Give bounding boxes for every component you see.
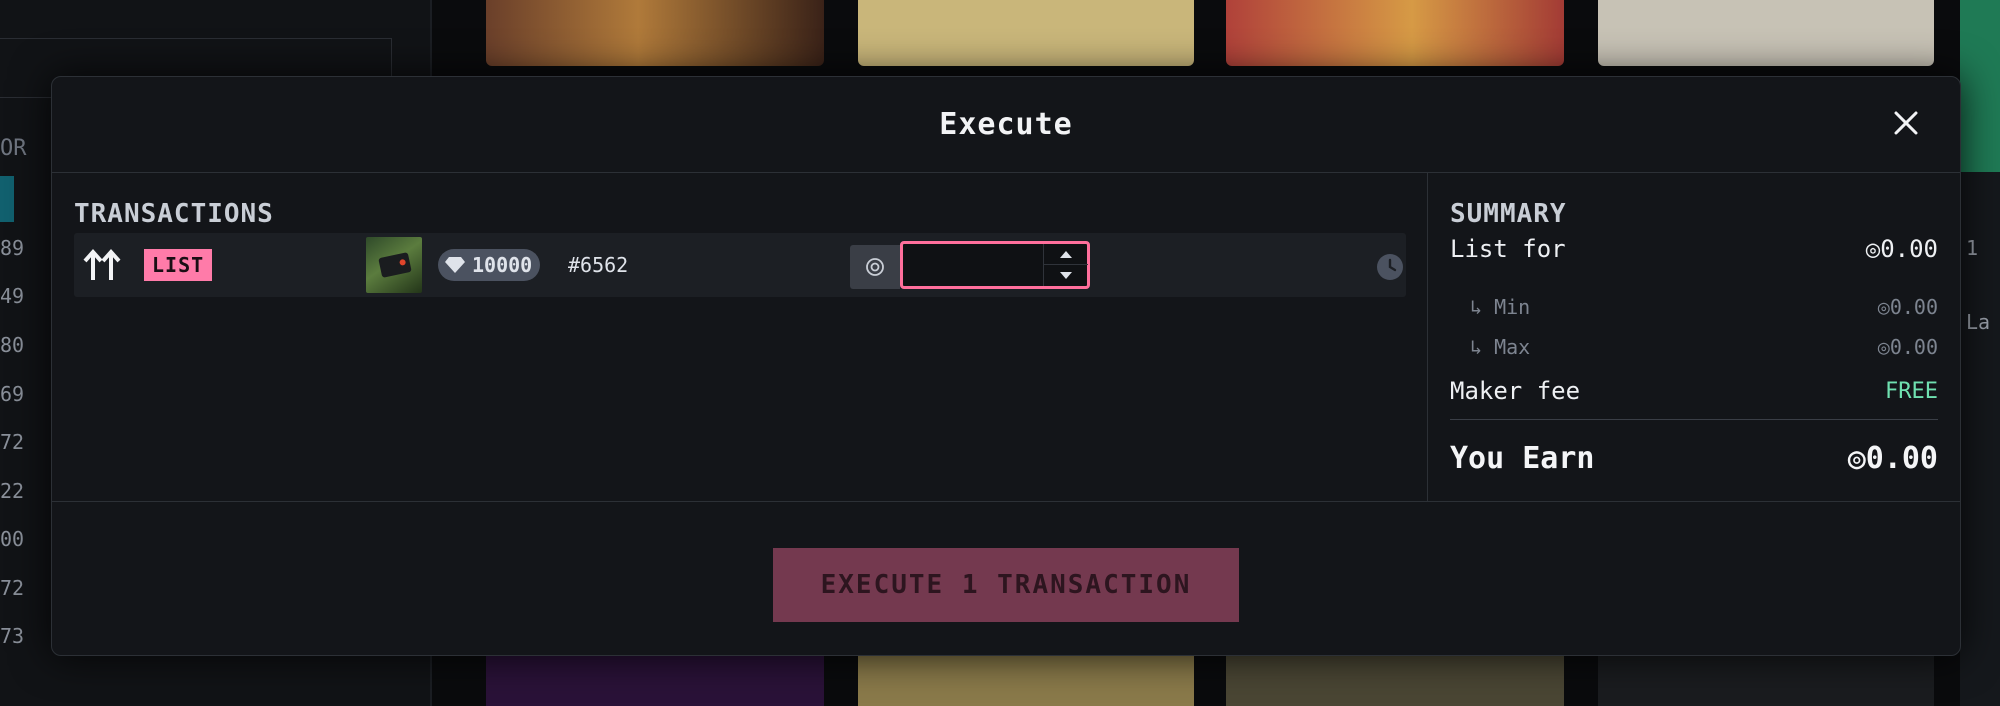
background-value: 22 [0, 479, 25, 503]
caret-down-icon [1060, 272, 1072, 279]
background-value: 89 [0, 236, 25, 260]
close-icon [1894, 111, 1918, 135]
modal-footer: EXECUTE 1 TRANSACTION [52, 501, 1960, 655]
action-badge: LIST [144, 249, 213, 281]
price-stepper [1043, 244, 1088, 286]
summary-divider [1450, 419, 1938, 420]
max-value: ◎0.00 [1877, 335, 1938, 359]
price-field [900, 241, 1090, 289]
maker-fee-label: Maker fee [1450, 377, 1581, 405]
nft-thumbnail [366, 237, 422, 293]
modal-title: Execute [939, 107, 1073, 142]
caret-up-icon [1060, 250, 1072, 258]
maker-fee-row: Maker fee FREE [1450, 377, 1938, 405]
background-value: 69 [0, 382, 25, 406]
background-column-header: OR [0, 136, 27, 161]
max-label: ↳ Max [1470, 335, 1531, 359]
sol-currency-icon [866, 258, 884, 276]
summary-panel: SUMMARY List for ◎0.00 ↳ Min ◎0.00 ↳ Max… [1428, 173, 1960, 501]
list-arrows-icon [83, 248, 121, 280]
rarity-badge: 10000 [438, 249, 541, 281]
rarity-value: 10000 [472, 253, 533, 277]
decrement-button[interactable] [1044, 265, 1088, 286]
currency-selector[interactable] [850, 245, 900, 289]
maker-fee-value: FREE [1885, 378, 1938, 404]
clock-icon[interactable] [1376, 253, 1404, 281]
transaction-row: LIST 10000 #6562 [74, 233, 1406, 297]
min-value: ◎0.00 [1877, 295, 1938, 319]
list-for-row: List for ◎0.00 [1450, 235, 1938, 263]
diamond-icon [445, 257, 465, 273]
modal-header: Execute [52, 77, 1960, 173]
transactions-heading: TRANSACTIONS [74, 199, 274, 229]
background-value: 49 [0, 284, 25, 308]
max-row: ↳ Max ◎0.00 [1470, 335, 1938, 359]
close-button[interactable] [1886, 103, 1926, 143]
background-selected-row [0, 176, 14, 222]
background-nft-card [1598, 0, 1934, 66]
background-value: 73 [0, 624, 25, 648]
background-nft-card [858, 650, 1194, 706]
background-value: 72 [0, 430, 25, 454]
min-label: ↳ Min [1470, 295, 1531, 319]
you-earn-row: You Earn ◎0.00 [1450, 441, 1938, 476]
background-nft-card [486, 650, 824, 706]
you-earn-value: ◎0.00 [1847, 441, 1938, 476]
background-nft-card [858, 0, 1194, 66]
background-value: 80 [0, 333, 25, 357]
summary-heading: SUMMARY [1450, 199, 1567, 229]
list-for-value: ◎0.00 [1865, 235, 1938, 263]
background-fragment: La [1966, 310, 1991, 334]
increment-button[interactable] [1044, 244, 1088, 265]
background-nft-card [1226, 650, 1564, 706]
background-nft-card [1226, 0, 1564, 66]
background-nft-card [1598, 650, 1934, 706]
background-value: 72 [0, 576, 25, 600]
execute-modal: Execute TRANSACTIONS LIST 10000 #6562 SU… [51, 76, 1961, 656]
list-for-label: List for [1450, 235, 1566, 263]
background-right-panel: 1 La [1960, 0, 2000, 706]
min-row: ↳ Min ◎0.00 [1470, 295, 1938, 319]
price-input[interactable] [903, 244, 1043, 286]
you-earn-label: You Earn [1450, 441, 1595, 476]
background-nft-card [486, 0, 824, 66]
execute-button[interactable]: EXECUTE 1 TRANSACTION [773, 548, 1239, 622]
background-green-block [1960, 0, 2000, 172]
token-id: #6562 [568, 253, 629, 277]
background-value: 00 [0, 527, 25, 551]
background-fragment: 1 [1966, 236, 1979, 260]
transactions-panel: TRANSACTIONS LIST 10000 #6562 [52, 173, 1428, 501]
